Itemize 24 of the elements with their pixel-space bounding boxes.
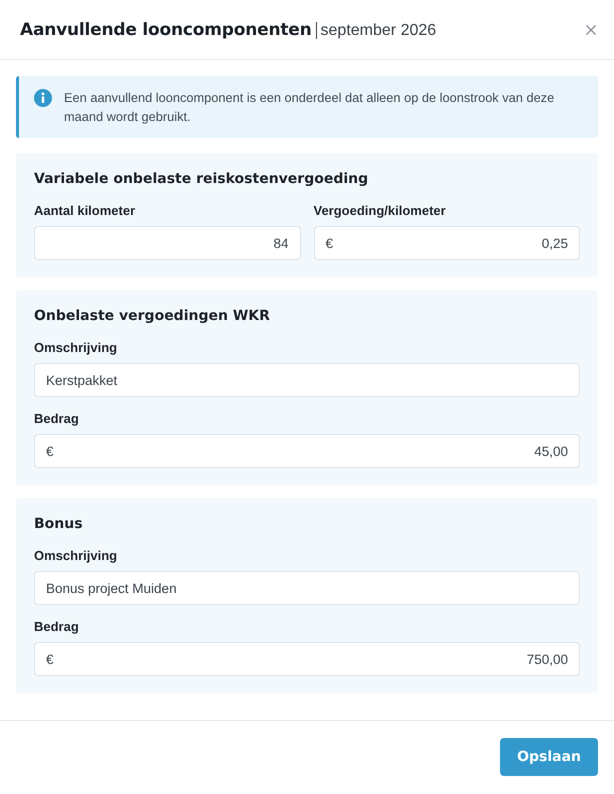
dialog-subtitle: september 2026: [316, 22, 436, 38]
field-label: Omschrijving: [34, 340, 118, 356]
dialog-title: Aanvullende looncomponenten: [20, 20, 312, 40]
currency-symbol: €: [46, 444, 54, 458]
input-field[interactable]: € 45,00: [34, 434, 580, 468]
field-label: Bedrag: [34, 619, 79, 635]
section-title: Bonus: [34, 515, 84, 534]
field-label: Aantal kilometer: [34, 203, 136, 219]
info-text: Een aanvullend looncomponent is een onderdeel dat alleen op de loonstrook van deze maand wordt gebruikt.: [64, 89, 556, 126]
section-title: Variabele onbelaste reiskostenvergoeding: [34, 170, 370, 189]
field-label: Vergoeding/kilometer: [314, 203, 446, 219]
currency-symbol: €: [326, 236, 334, 250]
input-field[interactable]: Kerstpakket: [34, 363, 580, 397]
input-field[interactable]: € 0,25: [314, 226, 580, 260]
input-field[interactable]: Bonus project Muiden: [34, 571, 580, 605]
close-icon: [586, 24, 596, 34]
field-label: Bedrag: [34, 411, 79, 427]
close-button[interactable]: [585, 24, 597, 36]
input-field[interactable]: € 750,00: [34, 642, 580, 676]
currency-symbol: €: [46, 652, 54, 666]
section-title: Onbelaste vergoedingen WKR: [34, 307, 271, 326]
info-icon: [34, 89, 52, 107]
input-field[interactable]: 84: [34, 226, 300, 260]
field-label: Omschrijving: [34, 548, 118, 564]
